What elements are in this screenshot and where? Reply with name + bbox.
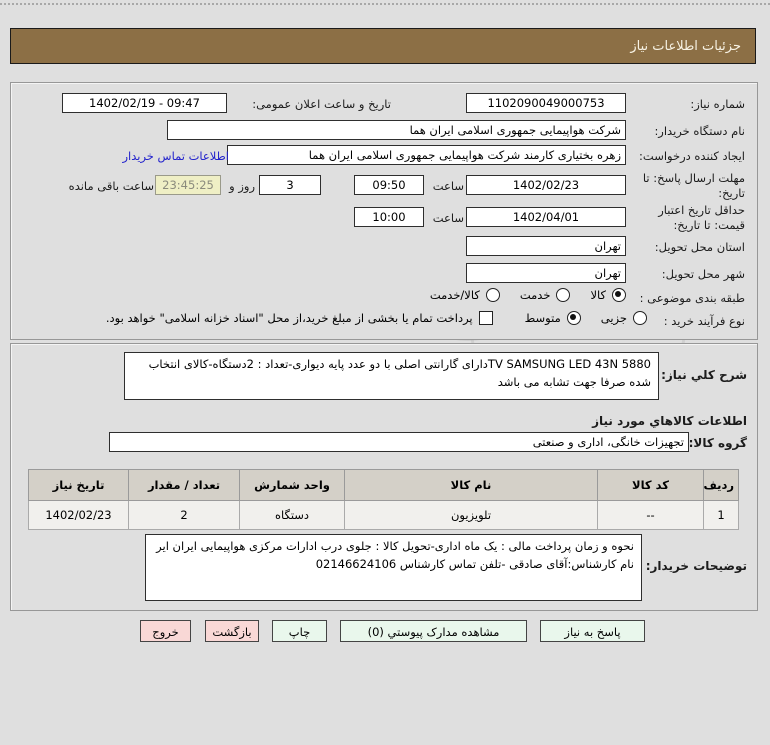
price-validity-time-label: ساعت bbox=[432, 211, 464, 225]
table-cell: -- bbox=[597, 500, 704, 530]
city-field[interactable]: تهران bbox=[466, 263, 626, 283]
need-description-label: شرح کلي نیاز: bbox=[661, 368, 747, 382]
buyer-contact-link[interactable]: اطلاعات تماس خریدار bbox=[122, 149, 229, 163]
reply-deadline-label: مهلت ارسال پاسخ: تا تاریخ: bbox=[642, 171, 745, 200]
radio-partial-label: جزیی bbox=[600, 311, 627, 325]
request-creator-field[interactable]: زهره بختیاری کارمند شرکت هواپیمایی جمهور… bbox=[227, 145, 626, 165]
goods-info-heading: اطلاعات کالاهاي مورد نیاز bbox=[592, 414, 747, 428]
goods-group-label: گروه کالا: bbox=[688, 436, 747, 450]
view-attachments-button[interactable]: مشاهده مدارک پیوستي (0) bbox=[340, 620, 527, 642]
need-details-page: 0101 1001 10 ParsNamadData مرکز گردآوری … bbox=[0, 0, 770, 745]
hours-remaining-label: ساعت باقی مانده bbox=[68, 179, 154, 193]
radio-goods-service[interactable] bbox=[485, 288, 500, 302]
table-cell: 1402/02/23 bbox=[28, 500, 129, 530]
table-header-cell: واحد شمارش bbox=[239, 469, 345, 501]
table-cell: تلویزیون bbox=[344, 500, 598, 530]
price-validity-date-field[interactable]: 1402/04/01 bbox=[466, 207, 626, 227]
announce-datetime-field[interactable]: 1402/02/19 - 09:47 bbox=[62, 93, 227, 113]
treasury-checkbox[interactable] bbox=[478, 311, 493, 325]
table-header-cell: تاریخ نیاز bbox=[28, 469, 129, 501]
radio-medium[interactable] bbox=[566, 311, 581, 325]
page-title: جزئیات اطلاعات نیاز bbox=[10, 28, 756, 64]
goods-details-panel: شرح کلي نیاز: TV SAMSUNG LED 43N 5880دار… bbox=[10, 343, 758, 611]
table-cell: دستگاه bbox=[239, 500, 345, 530]
reply-deadline-days-field[interactable]: 3 bbox=[259, 175, 321, 195]
table-cell: 2 bbox=[128, 500, 240, 530]
reply-deadline-time-label: ساعت bbox=[432, 179, 464, 193]
treasury-checkbox-label: پرداخت تمام یا بخشی از مبلغ خرید،از محل … bbox=[105, 311, 473, 325]
radio-service-label: خدمت bbox=[519, 288, 551, 302]
table-row[interactable]: 1 -- تلویزیون دستگاه 2 1402/02/23 bbox=[28, 500, 739, 530]
buyer-notes-box[interactable]: نحوه و زمان پرداخت مالی : یک ماه اداری-ت… bbox=[145, 534, 642, 601]
top-dotted-divider bbox=[0, 3, 770, 5]
table-header-cell: کد کالا bbox=[597, 469, 704, 501]
subject-class-options: کالا خدمت کالا/خدمت bbox=[430, 288, 626, 302]
buyer-org-label: نام دستگاه خریدار: bbox=[654, 124, 745, 138]
radio-goods-service-label: کالا/خدمت bbox=[429, 288, 480, 302]
buyer-notes-line2: نام کارشناس:آقای صادقی -تلفن تماس کارشنا… bbox=[315, 556, 634, 571]
table-header-cell: تعداد / مقدار bbox=[128, 469, 240, 501]
buyer-notes-label: توضیحات خریدار: bbox=[645, 559, 747, 573]
radio-goods[interactable] bbox=[612, 288, 626, 302]
announce-datetime-label: تاریخ و ساعت اعلان عمومی: bbox=[252, 97, 391, 111]
goods-table[interactable]: ردیف کد کالا نام کالا واحد شمارش تعداد / مقد… bbox=[28, 469, 739, 530]
reply-deadline-date-field[interactable]: 1402/02/23 bbox=[466, 175, 626, 195]
back-button[interactable]: بازگشت bbox=[205, 620, 259, 642]
need-description-box[interactable]: TV SAMSUNG LED 43N 5880دارای گارانتی اصل… bbox=[124, 352, 659, 400]
request-creator-label: ایجاد کننده درخواست: bbox=[639, 149, 745, 163]
buyer-notes-line1: نحوه و زمان پرداخت مالی : یک ماه اداری-ت… bbox=[156, 539, 634, 553]
radio-medium-label: متوسط bbox=[524, 311, 561, 325]
radio-service[interactable] bbox=[556, 288, 571, 302]
goods-group-field[interactable]: تجهیزات خانگی، اداری و صنعتی bbox=[109, 432, 689, 452]
table-header-cell: ردیف bbox=[703, 469, 739, 501]
subject-class-label: طبقه بندی موضوعی : bbox=[639, 291, 745, 305]
table-cell: 1 bbox=[703, 500, 739, 530]
need-number-field[interactable]: 1102090049000753 bbox=[466, 93, 626, 113]
countdown-timer: 23:45:25 bbox=[155, 175, 221, 195]
price-validity-label: حداقل تاریخ اعتبار قیمت: تا تاریخ: bbox=[658, 203, 745, 232]
city-label: شهر محل تحویل: bbox=[661, 267, 745, 281]
purchase-process-label: نوع فرآیند خرید : bbox=[663, 314, 745, 328]
need-number-label: شماره نیاز: bbox=[690, 97, 745, 111]
purchase-process-options: جزیی متوسط پرداخت تمام یا بخشی از مبلغ خ… bbox=[106, 311, 647, 325]
days-remaining-label: روز و bbox=[229, 179, 255, 193]
buyer-org-field[interactable]: شرکت هواپیمایی جمهوری اسلامی ایران هما bbox=[167, 120, 626, 140]
province-field[interactable]: تهران bbox=[466, 236, 626, 256]
radio-goods-label: کالا bbox=[590, 288, 606, 302]
table-header-cell: نام کالا bbox=[344, 469, 598, 501]
need-summary-panel: شماره نیاز: 1102090049000753 تاریخ و ساع… bbox=[10, 82, 758, 340]
radio-partial[interactable] bbox=[633, 311, 647, 325]
exit-button[interactable]: خروج bbox=[140, 620, 191, 642]
reply-to-need-button[interactable]: پاسخ به نیاز bbox=[540, 620, 645, 642]
province-label: استان محل تحویل: bbox=[654, 240, 745, 254]
reply-deadline-time-field[interactable]: 09:50 bbox=[354, 175, 424, 195]
print-button[interactable]: چاپ bbox=[272, 620, 327, 642]
price-validity-time-field[interactable]: 10:00 bbox=[354, 207, 424, 227]
